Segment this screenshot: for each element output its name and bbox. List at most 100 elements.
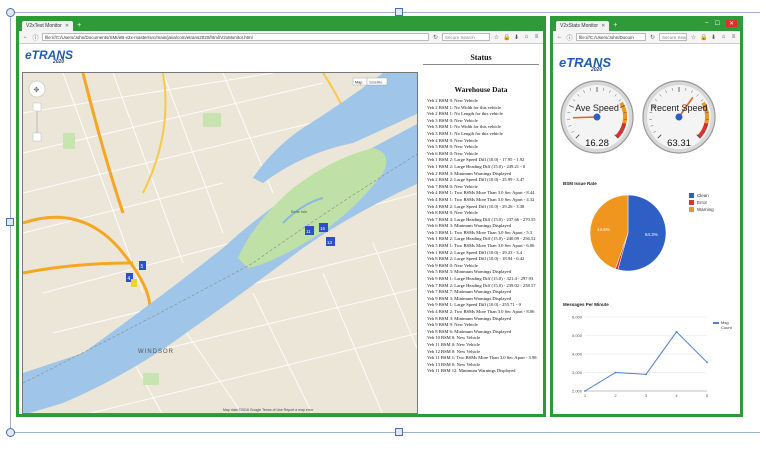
log-line: Veh 9 BSM 1: Large Speed Diff (10.0) - 2… [427, 302, 521, 308]
minimize-icon[interactable]: – [705, 20, 708, 27]
legend-swatch [713, 322, 719, 324]
log-line: Veh 9 BSM 3: Minimum Warnings Displayed [427, 295, 512, 301]
legend-swatch [689, 207, 694, 212]
download-icon[interactable]: ⬇ [710, 34, 717, 41]
log-line: Veh 3 BSM 0: New Vehicle [427, 117, 478, 123]
log-line: Veh 7 BSM 2: Large Heading Diff (15.0) -… [427, 282, 536, 288]
y-tick-label: 4,000 [572, 352, 583, 357]
info-icon[interactable]: ⓘ [32, 33, 39, 42]
y-tick-label: 3,000 [572, 370, 583, 375]
vehicle-marker-label: 4 [128, 276, 131, 282]
log-line: Veh 13 BSM 0: New Vehicle [427, 361, 481, 367]
status-heading: Status [470, 53, 492, 62]
back-icon[interactable]: ← [556, 34, 563, 40]
map-type-map-label: Map [355, 81, 362, 85]
map-view[interactable]: WINDSOR Belle Isle Map data ©2016 Google… [22, 72, 418, 414]
x-tick-label: 2 [614, 393, 617, 398]
reload-icon[interactable]: ↻ [649, 34, 656, 41]
log-line: Veh 11 BSM 12: Minimum Warnings Displaye… [427, 368, 516, 374]
tab-v2x-test-monitor[interactable]: V2xTest Monitor ✕ [22, 21, 74, 31]
desktop-stage: V2xTest Monitor ✕ + ← ⓘ file:///C:/Users… [0, 0, 766, 456]
home-icon[interactable]: ⌂ [720, 34, 727, 40]
data-point [614, 371, 617, 374]
lock-icon[interactable]: 🔒 [503, 34, 510, 41]
url-field[interactable]: file:///C:/Users/John/Docum [576, 33, 646, 41]
log-line: Veh 10 BSM 0: New Vehicle [427, 335, 481, 341]
logo-year: 2020 [591, 67, 603, 73]
pie-label-warning: 44.6% [597, 227, 610, 232]
log-line: Veh 8 BSM 6: Minimum Warnings Displayed [427, 328, 512, 334]
new-tab-icon[interactable]: + [77, 21, 81, 31]
reload-icon[interactable]: ↻ [432, 34, 439, 41]
vehicle-marker-label: 16 [320, 226, 326, 231]
menu-icon[interactable]: ≡ [730, 34, 737, 40]
map-canvas[interactable]: WINDSOR Belle Isle Map data ©2016 Google… [23, 73, 418, 414]
log-line: Veh 8 BSM 0: New Vehicle [427, 210, 478, 216]
log-line: Veh 3 BSM 1: No Length for this vehicle [427, 130, 503, 136]
resize-handle-bottom-left[interactable] [6, 428, 15, 437]
log-line: Veh 2 BSM 1: No Width for this vehicle [427, 104, 501, 110]
x-tick-label: 1 [584, 393, 587, 398]
url-field[interactable]: file:///C:/Users/John/Documents/SMI/eB-v… [42, 33, 429, 41]
etrans-logo: eTRANS 2020 [25, 48, 74, 65]
tab-title: V2xTest Monitor [26, 23, 62, 29]
status-divider [423, 64, 539, 65]
lock-icon[interactable]: 🔒 [700, 34, 707, 41]
resize-handle-top-left[interactable] [6, 8, 15, 17]
close-tab-icon[interactable]: ✕ [65, 23, 69, 29]
map-footer: Map data ©2016 Google Terms of Use Repor… [223, 408, 314, 412]
status-panel: Status Warehouse Data Veh 2 BSM 0: New V… [419, 49, 543, 414]
tab-title: V2xStats Monitor [560, 23, 599, 29]
star-icon[interactable]: ☆ [690, 34, 697, 41]
close-tab-icon[interactable]: ✕ [601, 23, 605, 29]
resize-handle-bottom[interactable] [395, 428, 403, 436]
log-line: Veh 6 BSM 0: New Vehicle [427, 150, 478, 156]
pie-label-clean: 54.3% [645, 232, 658, 237]
maximize-icon[interactable]: ☐ [715, 20, 720, 27]
tab-bar: V2xTest Monitor ✕ + [19, 19, 543, 31]
log-line: Veh 2 BSM 2: Large Speed Diff (10.0) - 2… [427, 177, 525, 183]
gauge-value: 16.28 [585, 138, 609, 149]
log-line: Veh 6 BSM 3: Minimum Warnings Displayed [427, 223, 512, 229]
log-line: Veh 11 BSM 1: Two BSMs More Than 3.0 Sec… [427, 355, 537, 361]
nav-bar: ← ⓘ file:///C:/Users/John/Docum ↻ Secure… [553, 31, 740, 44]
legend-item-warning: Warning [689, 207, 714, 212]
gauge-needle [572, 116, 598, 119]
legend-swatch [689, 193, 694, 198]
vehicle-marker-highlight[interactable] [131, 279, 137, 287]
series-line-msg-count [584, 331, 708, 392]
info-icon[interactable]: ⓘ [566, 33, 573, 42]
left-browser-window: V2xTest Monitor ✕ + ← ⓘ file:///C:/Users… [16, 16, 546, 417]
log-line: Veh 7 BSM 0: New Vehicle [427, 183, 478, 189]
log-line: Veh 4 BSM 1: Two BSMs More Than 3.0 Sec … [427, 190, 535, 196]
pie-title: BSM Issue Rate [563, 181, 597, 186]
data-point [584, 390, 586, 392]
tab-v2x-stats-monitor[interactable]: V2xStats Monitor ✕ [556, 21, 610, 31]
log-line: Veh 2 BSM 1: No Length for this vehicle [427, 111, 503, 117]
vehicle-marker-label: 13 [327, 240, 333, 245]
log-line: Veh 2 BSM 3: Minimum Warnings Displayed [427, 170, 512, 176]
close-window-icon[interactable]: ✕ [725, 20, 737, 27]
download-icon[interactable]: ⬇ [513, 34, 520, 41]
star-icon[interactable]: ☆ [493, 34, 500, 41]
x-tick-label: 5 [706, 393, 709, 398]
search-input[interactable]: Secure Sear [659, 33, 687, 41]
log-line: Veh 5 BSM 1: Two BSMs More Than 3.0 Sec … [427, 229, 533, 235]
line-chart-title: Messages Per Minute [563, 302, 609, 307]
resize-handle-top[interactable] [395, 8, 403, 16]
logo-text: eTRANS [25, 48, 74, 62]
home-icon[interactable]: ⌂ [523, 34, 530, 40]
zoom-out-button[interactable] [32, 132, 42, 142]
logo-text: eTRANS [559, 55, 612, 70]
log-line: Veh 1 BSM 2: Large Speed Diff (10.0) - 1… [427, 157, 525, 163]
log-line: Veh 1 BSM 2: Large Heading Diff (15.0) -… [427, 236, 536, 242]
tab-bar: V2xStats Monitor ✕ + – ☐ ✕ [553, 19, 740, 31]
resize-handle-left[interactable] [6, 218, 14, 226]
new-tab-icon[interactable]: + [613, 21, 617, 31]
menu-icon[interactable]: ≡ [533, 34, 540, 40]
search-input[interactable]: Secure Search [442, 33, 490, 41]
bsm-issue-pie: 54.3% 44.6% [589, 194, 667, 272]
back-icon[interactable]: ← [22, 34, 29, 40]
zoom-in-button[interactable] [32, 102, 42, 112]
gauge-label: Recent Speed [650, 103, 707, 113]
